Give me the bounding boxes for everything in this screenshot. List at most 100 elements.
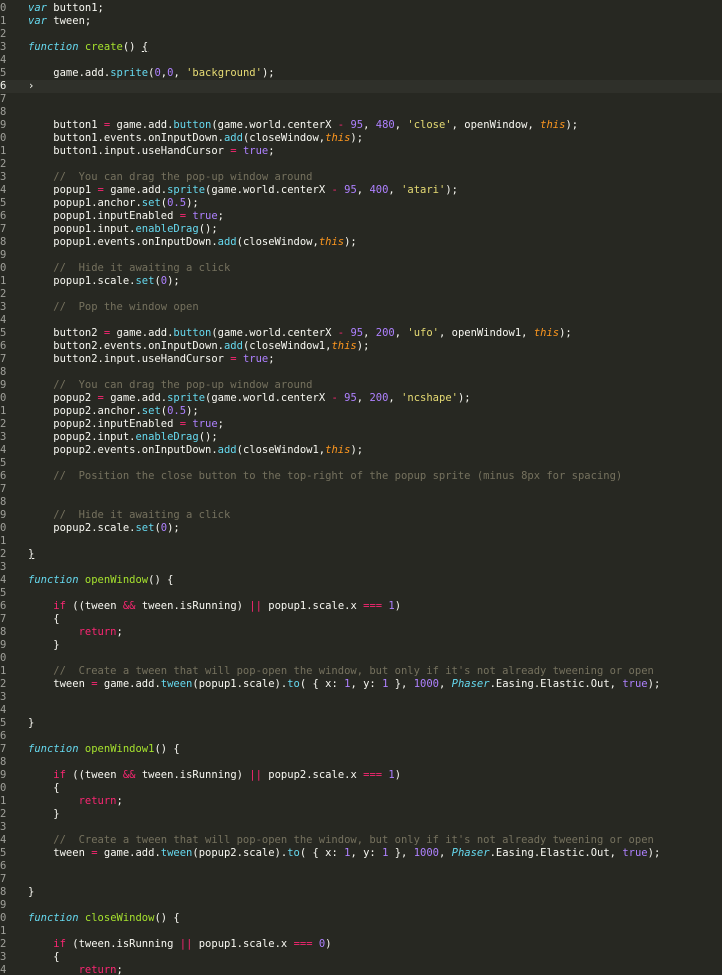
code-line[interactable]: 5 tween = game.add.tween(popup2.scale).t… — [0, 847, 722, 860]
code-line[interactable]: 9 button1 = game.add.button(game.world.c… — [0, 119, 722, 132]
code-token: return — [78, 964, 117, 975]
code-line[interactable]: 4 function openWindow() { — [0, 574, 722, 587]
line-number: 5 — [0, 457, 7, 469]
code-line[interactable]: 0 — [0, 652, 722, 665]
code-line[interactable]: 1 var tween; — [0, 15, 722, 28]
code-line[interactable]: 0 popup2 = game.add.sprite(game.world.ce… — [0, 392, 722, 405]
code-line[interactable]: 2 — [0, 158, 722, 171]
code-line[interactable]: 7 — [0, 873, 722, 886]
code-line[interactable]: 9 if ((tween && tween.isRunning) || popu… — [0, 769, 722, 782]
code-line[interactable]: 0 var button1; — [0, 2, 722, 15]
code-token: ; — [217, 210, 224, 222]
code-line[interactable]: 2} — [0, 548, 722, 561]
code-token: if — [53, 938, 66, 950]
code-editor[interactable]: 0 var button1; 1 var tween; 2 3 function creat… — [0, 0, 722, 975]
code-line[interactable]: 2 — [0, 28, 722, 41]
code-token: { — [28, 951, 60, 963]
code-line[interactable]: 3 popup2.input.enableDrag(); — [0, 431, 722, 444]
code-line[interactable]: 4 // Create a tween that will pop-open t… — [0, 834, 722, 847]
code-line[interactable]: 3 function create() { — [0, 41, 722, 54]
code-line[interactable]: 4 — [0, 54, 722, 67]
code-line[interactable]: 9 — [0, 249, 722, 262]
code-line[interactable]: 4 return; — [0, 964, 722, 975]
code-line[interactable]: 5 game.add.sprite(0,0, 'background'); — [0, 67, 722, 80]
code-line[interactable]: 0 { — [0, 782, 722, 795]
code-token: this — [540, 119, 566, 131]
code-token: ) — [394, 600, 402, 612]
code-token: popup1.inputEnabled — [28, 210, 180, 222]
code-line[interactable]: 1 button1.input.useHandCursor = true; — [0, 145, 722, 158]
code-line[interactable]: 3 // Pop the window open — [0, 301, 722, 314]
code-line[interactable]: 1 — [0, 535, 722, 548]
code-line[interactable]: 0 function closeWindow() { — [0, 912, 722, 925]
code-line[interactable]: 9 // Hide it awaiting a click — [0, 509, 722, 522]
code-line[interactable]: 7 — [0, 93, 722, 106]
code-line[interactable]: 5} — [0, 717, 722, 730]
code-line[interactable]: 4 popup2.events.onInputDown.add(closeWin… — [0, 444, 722, 457]
code-line[interactable]: 4 — [0, 314, 722, 327]
code-token: (); — [198, 431, 218, 443]
code-line[interactable]: 7 function openWindow1() { — [0, 743, 722, 756]
code-line[interactable]: 5 — [0, 587, 722, 600]
code-line[interactable]: 0 button1.events.onInputDown.add(closeWi… — [0, 132, 722, 145]
code-token: to — [287, 847, 300, 859]
code-line[interactable]: 6 › — [0, 80, 722, 93]
code-line[interactable]: 6 — [0, 860, 722, 873]
code-line[interactable]: 1 — [0, 925, 722, 938]
code-line[interactable]: 5 button2 = game.add.button(game.world.c… — [0, 327, 722, 340]
code-line[interactable]: 8 — [0, 366, 722, 379]
code-area[interactable]: 0 var button1; 1 var tween; 2 3 function creat… — [0, 2, 722, 975]
code-token: } — [28, 548, 35, 560]
code-line[interactable]: 6 // Position the close button to the to… — [0, 470, 722, 483]
code-line[interactable]: 9 } — [0, 639, 722, 652]
code-line[interactable]: 8 popup1.events.onInputDown.add(closeWin… — [0, 236, 722, 249]
line-number: 0 — [0, 782, 7, 794]
code-line[interactable]: 8 — [0, 756, 722, 769]
line-number: 2 — [0, 548, 7, 560]
code-line[interactable]: 4 — [0, 704, 722, 717]
code-line[interactable]: 8 — [0, 496, 722, 509]
code-line[interactable]: 9 // You can drag the pop-up window arou… — [0, 379, 722, 392]
code-line[interactable]: 8} — [0, 886, 722, 899]
code-token: (tween.isRunning — [65, 938, 180, 950]
code-line[interactable]: 5 popup1.anchor.set(0.5); — [0, 197, 722, 210]
code-line[interactable]: 9 — [0, 899, 722, 912]
code-line[interactable]: 0 popup2.scale.set(0); — [0, 522, 722, 535]
code-token: ; — [116, 964, 123, 975]
code-token: game.add. — [97, 847, 161, 859]
code-line[interactable]: 2 tween = game.add.tween(popup1.scale).t… — [0, 678, 722, 691]
code-token: enableDrag — [135, 223, 199, 235]
code-line[interactable]: 2 popup2.inputEnabled = true; — [0, 418, 722, 431]
code-line[interactable]: 7 button2.input.useHandCursor = true; — [0, 353, 722, 366]
code-line[interactable]: 7 popup1.input.enableDrag(); — [0, 223, 722, 236]
code-line[interactable]: 3 — [0, 821, 722, 834]
code-line[interactable]: 6 popup1.inputEnabled = true; — [0, 210, 722, 223]
code-line[interactable]: 1 popup1.scale.set(0); — [0, 275, 722, 288]
code-line[interactable]: 6 button2.events.onInputDown.add(closeWi… — [0, 340, 722, 353]
code-token: }, — [388, 847, 414, 859]
code-line[interactable]: 0 // Hide it awaiting a click — [0, 262, 722, 275]
code-line[interactable]: 3 // You can drag the pop-up window arou… — [0, 171, 722, 184]
code-line[interactable]: 6 if ((tween && tween.isRunning) || popu… — [0, 600, 722, 613]
code-line[interactable]: 7 { — [0, 613, 722, 626]
line-text: // You can drag the pop-up window around — [28, 171, 312, 184]
code-line[interactable]: 3 { — [0, 951, 722, 964]
code-token: { — [141, 41, 149, 53]
code-line[interactable]: 2 if (tween.isRunning || popup1.scale.x … — [0, 938, 722, 951]
code-line[interactable]: 3 — [0, 561, 722, 574]
code-line[interactable]: 3 — [0, 691, 722, 704]
code-line[interactable]: 7 — [0, 483, 722, 496]
code-line[interactable]: 8 return; — [0, 626, 722, 639]
code-line[interactable]: 1 popup2.anchor.set(0.5); — [0, 405, 722, 418]
code-line[interactable]: 5 — [0, 457, 722, 470]
code-line[interactable]: 2 — [0, 288, 722, 301]
code-line[interactable]: 1 return; — [0, 795, 722, 808]
code-line[interactable]: 2 } — [0, 808, 722, 821]
code-line[interactable]: 4 popup1 = game.add.sprite(game.world.ce… — [0, 184, 722, 197]
line-number: 5 — [0, 327, 7, 339]
code-line[interactable]: 1 // Create a tween that will pop-open t… — [0, 665, 722, 678]
line-number: 7 — [0, 93, 7, 105]
code-line[interactable]: 8 — [0, 106, 722, 119]
line-number: 7 — [0, 353, 7, 365]
code-line[interactable]: 6 — [0, 730, 722, 743]
